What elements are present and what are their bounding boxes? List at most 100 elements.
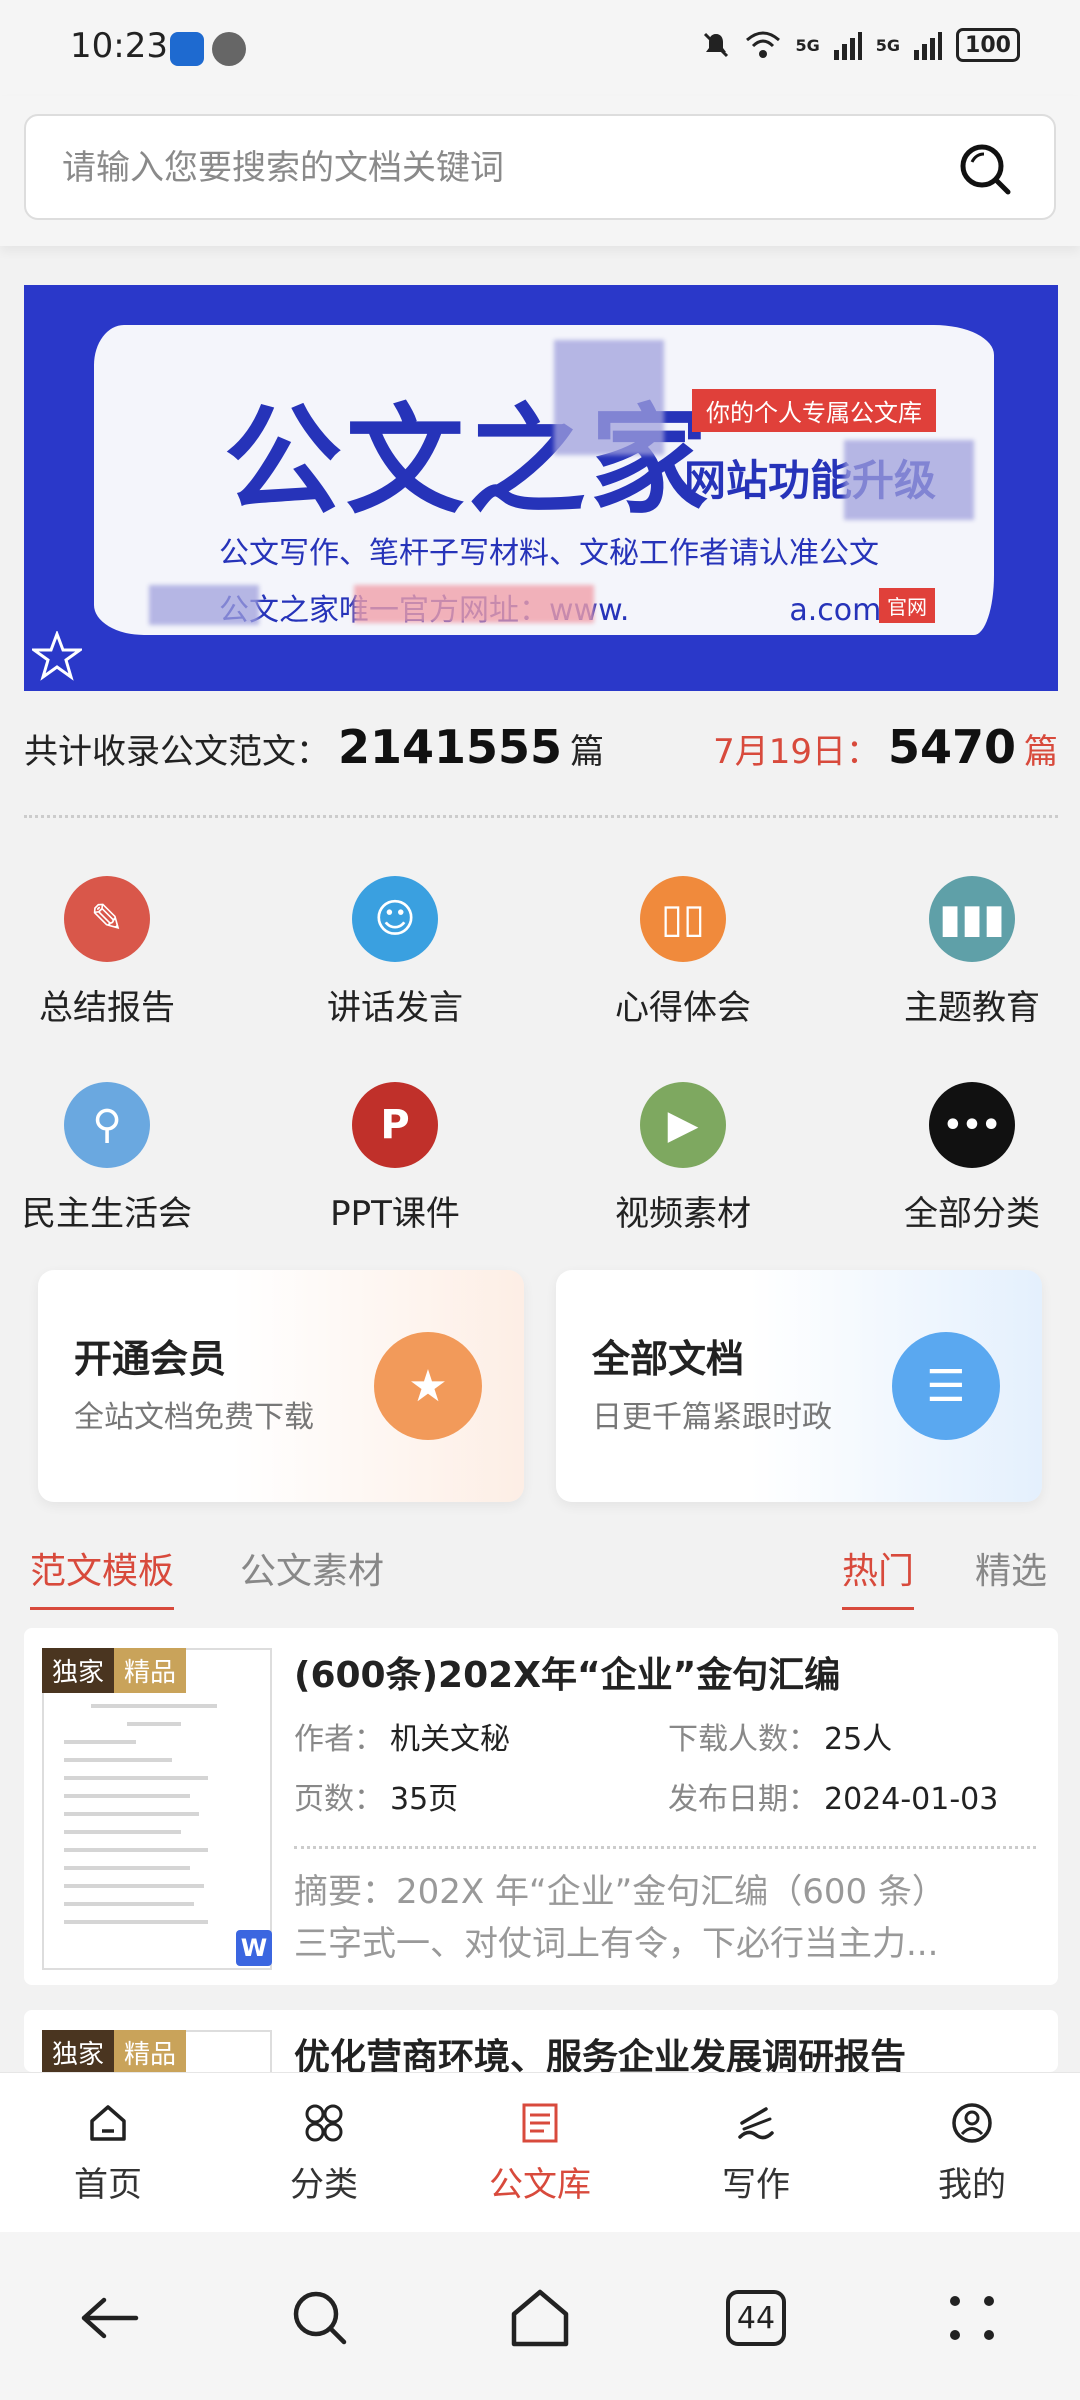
category-theme-education[interactable]: ▮▮▮ 主题教育 bbox=[857, 876, 1080, 1029]
signal-bars-icon bbox=[833, 32, 862, 60]
document-badges: 独家 精品 bbox=[42, 2030, 187, 2072]
banner-blur-4 bbox=[149, 585, 259, 625]
nav-writing[interactable]: 写作 bbox=[656, 2099, 856, 2206]
grid-icon bbox=[300, 2099, 348, 2147]
category-label: 心得体会 bbox=[615, 988, 751, 1028]
signal-icon-2: 5G bbox=[875, 35, 900, 55]
category-speech[interactable]: ☺ 讲话发言 bbox=[280, 876, 510, 1029]
system-nav: 44 bbox=[0, 2232, 1080, 2400]
document-list-icon: ☰ bbox=[892, 1332, 1000, 1440]
downloads-value: 25人 bbox=[824, 1722, 893, 1757]
home-nav-button[interactable] bbox=[504, 2282, 576, 2354]
tab-selected[interactable]: 精选 bbox=[975, 1542, 1047, 1594]
pages-label: 页数： bbox=[294, 1782, 384, 1817]
member-card-subtitle: 全站文档免费下载 bbox=[74, 1400, 314, 1435]
member-card-title: 开通会员 bbox=[74, 1337, 227, 1381]
document-card[interactable]: 独家 精品 优化营商环境、服务企业发展调研报告 bbox=[24, 2010, 1058, 2072]
document-thumbnail bbox=[42, 1648, 272, 1970]
category-label: 民主生活会 bbox=[22, 1194, 192, 1234]
document-card[interactable]: 独家 精品 W (600条)202X年“企业”金句汇编 作者： 机关文秘 下载人数… bbox=[24, 1628, 1058, 1985]
nav-label: 我的 bbox=[938, 2165, 1006, 2205]
wifi-icon bbox=[746, 31, 781, 58]
banner-blur-1 bbox=[554, 340, 664, 455]
tab-materials[interactable]: 公文素材 bbox=[240, 1542, 384, 1594]
category-ppt[interactable]: P PPT课件 bbox=[280, 1082, 510, 1235]
document-author: 作者： 机关文秘 bbox=[294, 1714, 510, 1758]
trophy-icon: ★ bbox=[374, 1332, 482, 1440]
pages-value: 35页 bbox=[390, 1782, 459, 1817]
total-value: 2141555 bbox=[338, 720, 563, 774]
today-unit: 篇 bbox=[1024, 732, 1058, 772]
stats-row: 共计收录公文范文： 2141555 篇 7月19日： 5470 篇 bbox=[24, 720, 1058, 790]
nav-profile[interactable]: 我的 bbox=[872, 2099, 1072, 2206]
category-label: PPT课件 bbox=[330, 1194, 460, 1234]
today-value: 5470 bbox=[887, 720, 1016, 774]
document-icon bbox=[516, 2099, 564, 2147]
category-reflection[interactable]: ▯▯ 心得体会 bbox=[568, 876, 798, 1029]
category-video[interactable]: ▶ 视频素材 bbox=[568, 1082, 798, 1235]
nav-category[interactable]: 分类 bbox=[224, 2099, 424, 2206]
menu-button[interactable] bbox=[936, 2282, 1008, 2354]
banner-badge: 官网 bbox=[879, 588, 935, 623]
nav-label: 首页 bbox=[74, 2165, 142, 2205]
more-dots-icon: ••• bbox=[929, 1082, 1015, 1168]
category-label: 视频素材 bbox=[615, 1194, 751, 1234]
tab-hot[interactable]: 热门 bbox=[842, 1542, 915, 1610]
search-box[interactable] bbox=[24, 114, 1056, 220]
tab-templates[interactable]: 范文模板 bbox=[30, 1542, 175, 1610]
status-bar: 10:23 5G 5G 100 bbox=[0, 0, 1080, 96]
search-bar bbox=[0, 96, 1080, 246]
app-notification-icon bbox=[170, 32, 204, 66]
exclusive-badge: 独家 bbox=[42, 2030, 115, 2072]
wechat-icon bbox=[212, 32, 246, 66]
all-docs-card-title: 全部文档 bbox=[592, 1337, 745, 1381]
document-date: 发布日期： 2024-01-03 bbox=[668, 1774, 998, 1818]
ppt-icon: P bbox=[352, 1082, 438, 1168]
category-all[interactable]: ••• 全部分类 bbox=[857, 1082, 1080, 1235]
today-stats: 7月19日： 5470 篇 bbox=[713, 720, 1058, 774]
category-label: 主题教育 bbox=[904, 988, 1040, 1028]
banner-url-end: a.com bbox=[789, 593, 882, 628]
document-title[interactable]: (600条)202X年“企业”金句汇编 bbox=[294, 1646, 840, 1698]
search-icon[interactable] bbox=[956, 140, 1014, 198]
document-badges: 独家 精品 bbox=[42, 1648, 187, 1693]
nav-label: 分类 bbox=[290, 2165, 358, 2205]
banner-line-1: 公文写作、笔杆子写材料、文秘工作者请认准公文 bbox=[219, 536, 879, 571]
nav-library[interactable]: 公文库 bbox=[440, 2099, 640, 2206]
tab-count: 44 bbox=[726, 2290, 786, 2346]
promo-banner[interactable]: 公文之家 你的个人专属公文库 网站功能升级 公文写作、笔杆子写材料、文秘工作者请… bbox=[24, 285, 1058, 691]
banner-tag: 你的个人专属公文库 bbox=[692, 389, 936, 432]
author-label: 作者： bbox=[294, 1722, 384, 1757]
document-separator bbox=[294, 1846, 1036, 1849]
member-card[interactable]: 开通会员 全站文档免费下载 ★ bbox=[38, 1270, 524, 1502]
document-title[interactable]: 优化营商环境、服务企业发展调研报告 bbox=[294, 2028, 906, 2072]
tabs-button[interactable]: 44 bbox=[720, 2282, 792, 2354]
search-input[interactable] bbox=[62, 138, 942, 198]
author-value: 机关文秘 bbox=[390, 1722, 510, 1757]
premium-badge: 精品 bbox=[114, 2030, 187, 2072]
bottom-nav: 首页 分类 公文库 写作 我的 bbox=[0, 2072, 1080, 2232]
video-camera-icon: ▶ bbox=[640, 1082, 726, 1168]
exclusive-badge: 独家 bbox=[42, 1648, 115, 1693]
all-docs-card-subtitle: 日更千篇紧跟时政 bbox=[592, 1400, 832, 1435]
category-label: 总结报告 bbox=[39, 988, 175, 1028]
banner-blur-2 bbox=[844, 440, 974, 520]
date-value: 2024-01-03 bbox=[824, 1782, 999, 1817]
category-summary-report[interactable]: ✎ 总结报告 bbox=[0, 876, 222, 1029]
category-democratic-life[interactable]: ⚲ 民主生活会 bbox=[0, 1082, 222, 1235]
content-tabs: 范文模板 公文素材 热门 精选 bbox=[0, 1530, 1080, 1610]
all-docs-card[interactable]: 全部文档 日更千篇紧跟时政 ☰ bbox=[556, 1270, 1042, 1502]
thumbnail-lines bbox=[64, 1690, 244, 1938]
nav-label: 写作 bbox=[722, 2165, 790, 2205]
word-file-icon: W bbox=[236, 1930, 272, 1966]
category-label: 讲话发言 bbox=[327, 988, 463, 1028]
abstract-line-1: 摘要：202X 年“企业”金句汇编（600 条） bbox=[294, 1872, 946, 1912]
search-nav-button[interactable] bbox=[284, 2282, 356, 2354]
nav-home[interactable]: 首页 bbox=[8, 2099, 208, 2206]
profile-icon bbox=[948, 2099, 996, 2147]
category-label: 全部分类 bbox=[904, 1194, 1040, 1234]
document-downloads: 下载人数： 25人 bbox=[668, 1714, 892, 1758]
total-unit: 篇 bbox=[570, 732, 605, 772]
pen-book-icon: ✎ bbox=[64, 876, 150, 962]
back-button[interactable] bbox=[72, 2282, 144, 2354]
